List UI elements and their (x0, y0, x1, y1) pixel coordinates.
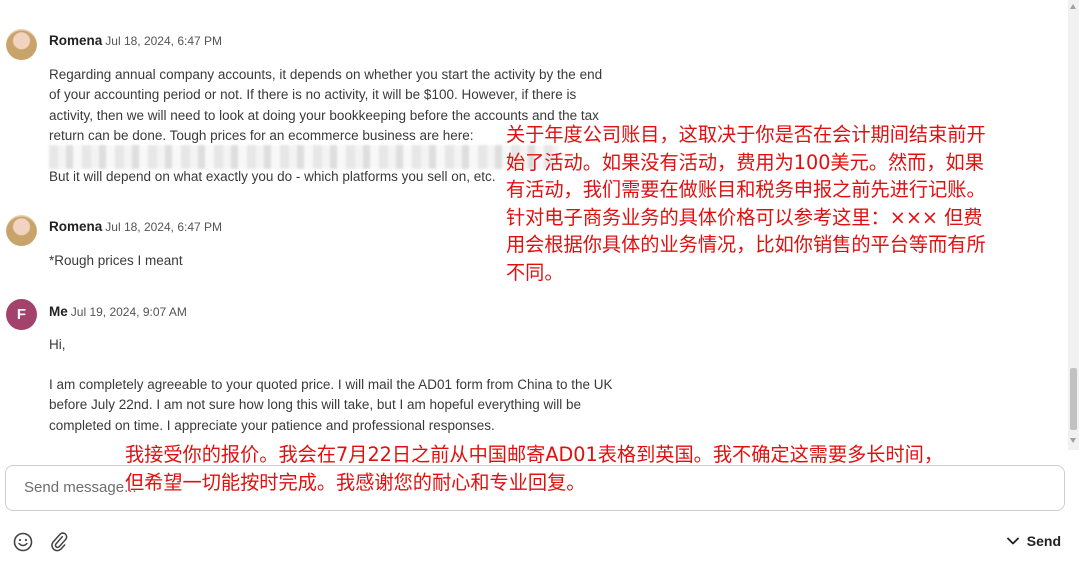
avatar-romena[interactable] (6, 215, 37, 246)
sender-name: Romena (49, 219, 103, 234)
message-time: Jul 18, 2024, 6:47 PM (105, 220, 223, 234)
translation-annotation-1: 关于年度公司账目，这取决于你是否在会计期间结束前开 始了活动。如果没有活动，费用… (506, 121, 986, 287)
annotation-line: 用会根据你具体的业务情况，比如你销售的平台等而有所 (506, 233, 986, 257)
message-time: Jul 18, 2024, 6:47 PM (105, 34, 223, 48)
scrollbar[interactable] (1068, 0, 1079, 450)
emoji-icon[interactable] (12, 531, 34, 553)
annotation-line: 但希望一切能按时完成。我感谢您的耐心和专业回复。 (125, 470, 586, 494)
avatar-letter: F (16, 306, 27, 323)
annotation-line: 针对电子商务业务的具体价格可以参考这里：××× 但费 (506, 205, 983, 229)
chevron-down-icon[interactable] (1006, 537, 1019, 545)
sender-name: Me (49, 304, 68, 319)
message-header: Romena Jul 18, 2024, 6:47 PM (49, 219, 222, 234)
message-greeting: Hi, (49, 337, 66, 352)
translation-annotation-2: 我接受你的报价。我会在7月22日之前从中国邮寄AD01表格到英国。我不确定这需要… (125, 441, 943, 496)
annotation-line: 关于年度公司账目，这取决于你是否在会计期间结束前开 (506, 123, 986, 146)
message-line: before July 22nd. I am not sure how long… (49, 397, 582, 413)
sender-name: Romena (49, 33, 103, 48)
scroll-up-icon[interactable] (1070, 4, 1076, 9)
message-line: of your accounting period or not. If the… (49, 87, 577, 103)
message-header: Me Jul 19, 2024, 9:07 AM (49, 304, 187, 319)
redacted-link (49, 145, 559, 169)
message-line: Regarding annual company accounts, it de… (49, 67, 603, 82)
annotation-line: 我接受你的报价。我会在7月22日之前从中国邮寄AD01表格到英国。我不确定这需要… (125, 443, 944, 466)
message-body: I am completely agreeable to your quoted… (49, 375, 689, 436)
message-time: Jul 19, 2024, 9:07 AM (70, 305, 187, 319)
avatar-romena[interactable] (6, 29, 37, 60)
annotation-line: 不同。 (506, 260, 564, 284)
scroll-thumb[interactable] (1070, 368, 1077, 430)
annotation-line: 有活动，我们需要在做账目和税务申报之前先进行记账。 (506, 178, 986, 202)
annotation-line: 始了活动。如果没有活动，费用为100美元。然而，如果 (506, 150, 984, 174)
scroll-down-icon[interactable] (1070, 438, 1076, 443)
attachment-icon[interactable] (48, 531, 70, 553)
send-label: Send (1026, 533, 1061, 549)
avatar-me[interactable]: F (6, 299, 37, 330)
send-button[interactable]: Send (1006, 533, 1061, 549)
message-header: Romena Jul 18, 2024, 6:47 PM (49, 33, 222, 48)
message-line: completed on time. I appreciate your pat… (49, 417, 495, 433)
message-line: I am completely agreeable to your quoted… (49, 377, 613, 392)
